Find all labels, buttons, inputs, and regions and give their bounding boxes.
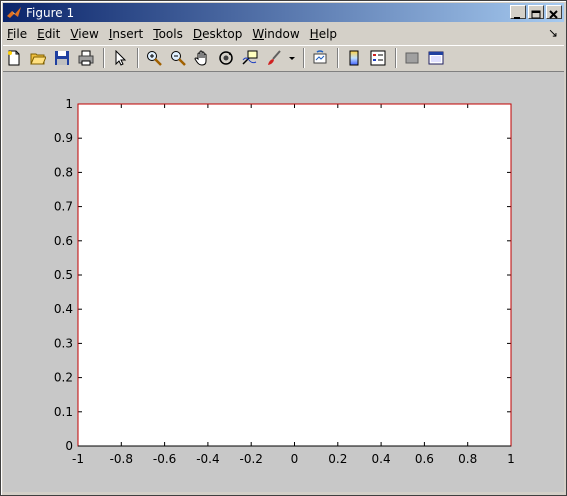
colorbar-icon (349, 50, 359, 66)
show-plot-tools-button[interactable] (425, 47, 447, 69)
close-icon (549, 10, 558, 19)
menu-bar: File Edit View Insert Tools Desktop Window Help (3, 24, 564, 44)
figure-toolbar (3, 45, 564, 70)
zoom-in-button[interactable] (143, 47, 165, 69)
x-tick-label: 0.6 (415, 452, 434, 466)
figure-window: Figure 1 File Edit View Insert Tools Desktop W… (0, 0, 567, 496)
insert-legend-button[interactable] (367, 47, 389, 69)
y-tick-label: 0.8 (54, 165, 73, 179)
y-tick-label: 0.6 (54, 234, 73, 248)
toolbar-separator (303, 48, 305, 68)
x-tick-label: -0.2 (239, 452, 262, 466)
data-cursor-icon (242, 50, 258, 65)
menu-help[interactable]: Help (306, 27, 341, 41)
pan-hand-icon (194, 50, 207, 66)
x-tick-label: 0.4 (372, 452, 391, 466)
legend-icon (370, 50, 386, 66)
rotate-3d-icon (219, 51, 233, 65)
x-tick-label: -0.6 (153, 452, 176, 466)
figure-canvas: -1 -0.8 -0.6 -0.4 -0.2 0 0.2 0.4 0.6 0.8 1 0 0.1 0.2 0… (3, 71, 564, 492)
x-tick-label: -0.8 (110, 452, 133, 466)
x-tick-label: -1 (72, 452, 84, 466)
x-tick-label: 0 (291, 452, 299, 466)
maximize-button[interactable] (528, 5, 544, 19)
minimize-icon (514, 17, 520, 19)
arrow-select-icon (115, 50, 127, 66)
menu-insert[interactable]: Insert (105, 27, 147, 41)
menu-desktop[interactable]: Desktop (189, 27, 247, 41)
x-tick-label: 1 (507, 452, 515, 466)
print-icon (78, 50, 94, 66)
zoom-in-icon (147, 51, 162, 66)
zoom-out-button[interactable] (167, 47, 189, 69)
toolbar-separator (337, 48, 339, 68)
save-icon (55, 51, 69, 65)
y-tick-label: 0.5 (54, 268, 73, 282)
y-tick-label: 0.9 (54, 131, 73, 145)
new-figure-button[interactable] (3, 47, 25, 69)
y-tick-label: 0.4 (54, 302, 73, 316)
data-cursor-button[interactable] (239, 47, 261, 69)
hide-plot-tools-icon (405, 52, 419, 64)
y-tick-label: 0 (65, 439, 73, 453)
link-plot-icon (313, 50, 327, 64)
menu-edit[interactable]: Edit (33, 27, 64, 41)
show-plot-tools-icon (428, 51, 444, 65)
x-tick-label: -0.4 (196, 452, 219, 466)
x-tick-label: 0.8 (458, 452, 477, 466)
zoom-out-icon (171, 51, 186, 66)
menu-tools[interactable]: Tools (149, 27, 187, 41)
maximize-icon (531, 10, 541, 19)
hide-plot-tools-button[interactable] (401, 47, 423, 69)
brush-button[interactable] (263, 47, 285, 69)
y-tick-label: 0.2 (54, 371, 73, 385)
insert-colorbar-button[interactable] (343, 47, 365, 69)
brush-dropdown[interactable] (287, 47, 297, 69)
y-tick-label: 0.7 (54, 200, 73, 214)
menu-window[interactable]: Window (248, 27, 303, 41)
minimize-button[interactable] (510, 5, 526, 19)
save-button[interactable] (51, 47, 73, 69)
toolbar-separator (137, 48, 139, 68)
y-tick-label: 0.1 (54, 405, 73, 419)
brush-dropdown-icon (289, 57, 295, 60)
dock-arrow-icon[interactable]: ↘ (548, 26, 558, 40)
rotate-3d-button[interactable] (215, 47, 237, 69)
close-button[interactable] (546, 5, 562, 19)
toolbar-separator (103, 48, 105, 68)
menu-view[interactable]: View (66, 27, 102, 41)
new-file-icon (8, 50, 20, 66)
window-title: Figure 1 (26, 5, 75, 20)
y-tick-label: 0.3 (54, 336, 73, 350)
pan-button[interactable] (191, 47, 213, 69)
toolbar-separator (395, 48, 397, 68)
print-button[interactable] (75, 47, 97, 69)
matlab-logo-icon (7, 6, 21, 18)
brush-icon (268, 50, 281, 65)
open-file-button[interactable] (27, 47, 49, 69)
x-tick-label: 0.2 (328, 452, 347, 466)
title-bar[interactable]: Figure 1 (3, 3, 564, 22)
axes-plot[interactable]: -1 -0.8 -0.6 -0.4 -0.2 0 0.2 0.4 0.6 0.8 1 0 0.1 0.2 0… (3, 72, 564, 492)
axes-background (78, 104, 511, 446)
link-plot-button[interactable] (309, 47, 331, 69)
edit-plot-button[interactable] (109, 47, 131, 69)
menu-file[interactable]: File (3, 27, 31, 41)
y-tick-label: 1 (65, 97, 73, 111)
open-folder-icon (30, 53, 46, 65)
